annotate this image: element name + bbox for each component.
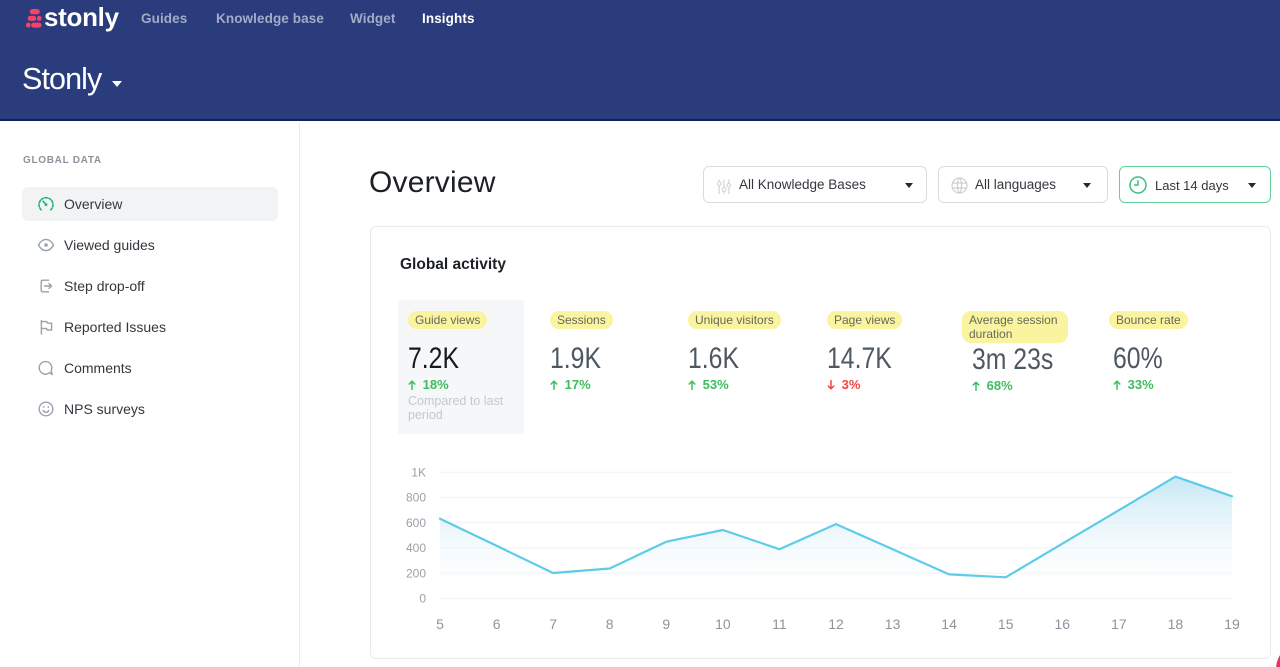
svg-text:11: 11 [772, 616, 787, 632]
svg-text:200: 200 [406, 566, 426, 580]
svg-text:400: 400 [406, 541, 426, 555]
svg-text:6: 6 [493, 616, 501, 632]
svg-text:15: 15 [998, 616, 1014, 632]
svg-text:12: 12 [828, 616, 844, 632]
svg-text:1K: 1K [411, 465, 426, 479]
svg-text:10: 10 [715, 616, 731, 632]
svg-text:16: 16 [1055, 616, 1071, 632]
svg-text:18: 18 [1168, 616, 1184, 632]
svg-text:5: 5 [436, 616, 444, 632]
svg-text:13: 13 [885, 616, 901, 632]
svg-text:8: 8 [606, 616, 614, 632]
svg-text:800: 800 [406, 491, 426, 505]
svg-text:19: 19 [1224, 616, 1240, 632]
svg-text:17: 17 [1111, 616, 1127, 632]
svg-text:7: 7 [549, 616, 557, 632]
svg-text:0: 0 [419, 592, 426, 606]
svg-text:14: 14 [941, 616, 957, 632]
svg-text:600: 600 [406, 516, 426, 530]
svg-text:9: 9 [662, 616, 670, 632]
